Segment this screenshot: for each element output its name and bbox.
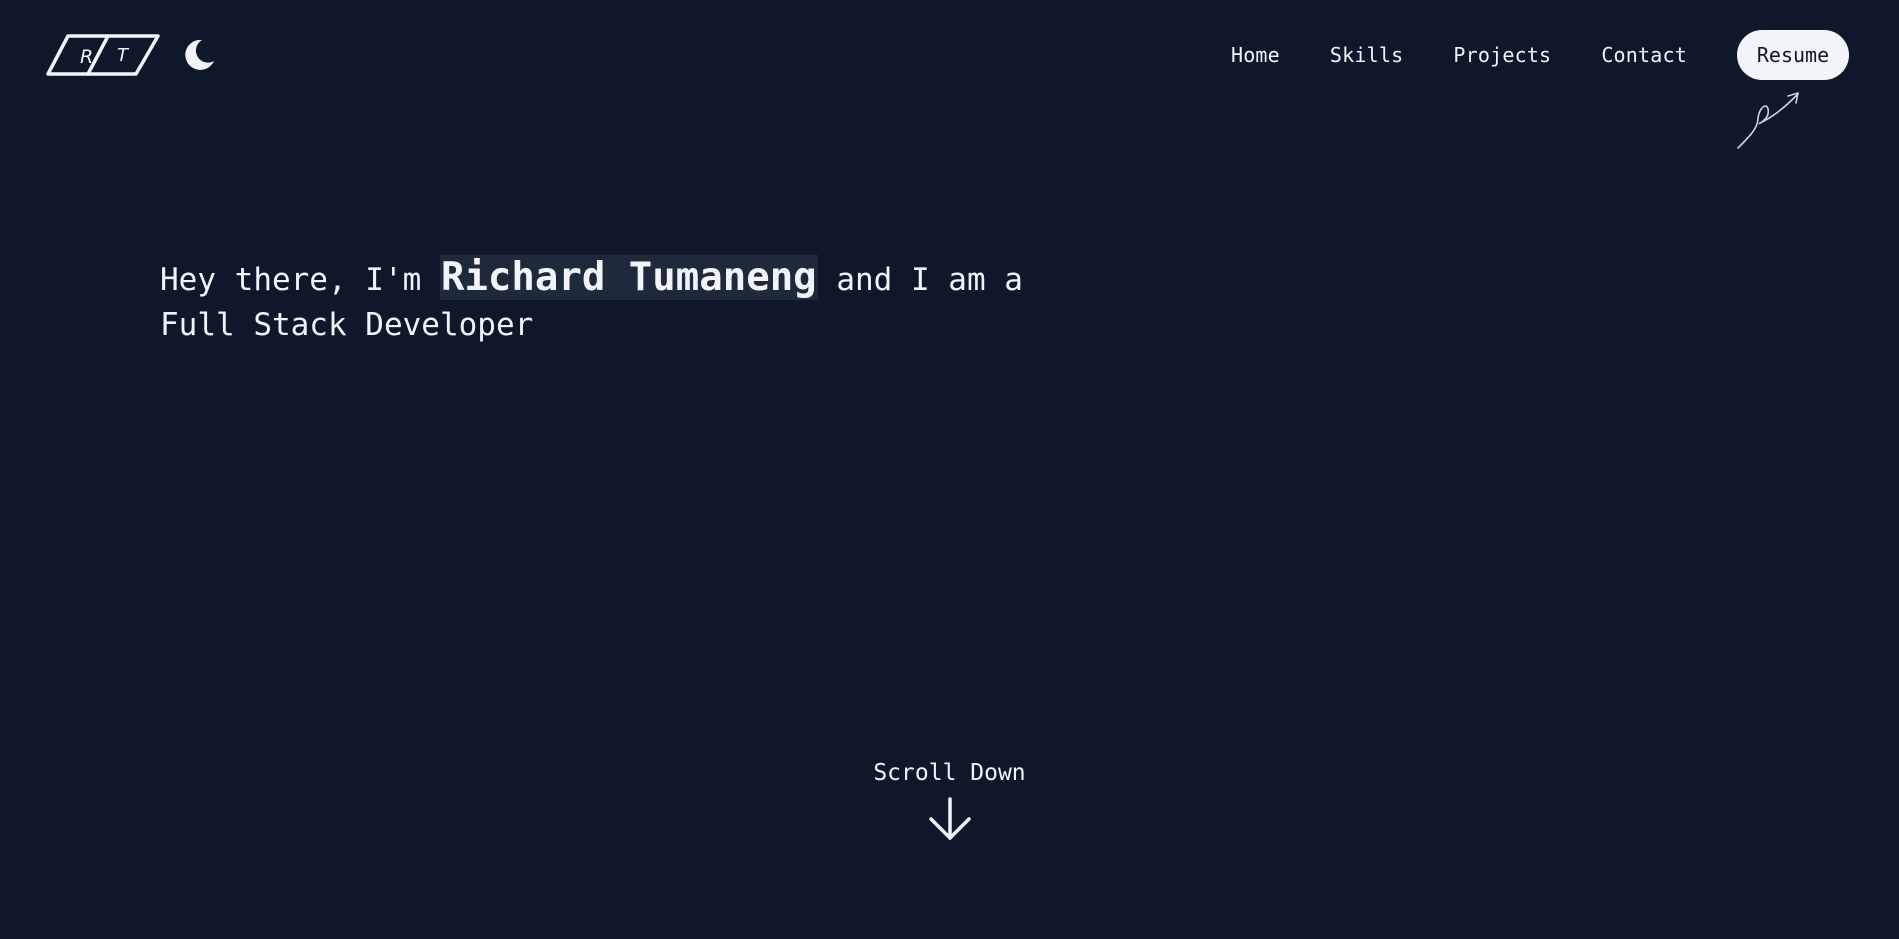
logo-letter-r: R [80,46,93,68]
page: R T Home Skills Projects Contact Resume … [0,0,1899,939]
resume-button[interactable]: Resume [1737,30,1849,80]
scroll-down-label: Scroll Down [873,760,1026,786]
nav-home-link[interactable]: Home [1231,43,1280,67]
scroll-down[interactable]: Scroll Down [0,760,1899,842]
hero-after-name: and I am a [817,262,1023,298]
main-nav: Home Skills Projects Contact Resume [1231,30,1849,80]
nav-projects-link[interactable]: Projects [1453,43,1551,67]
nav-skills-link[interactable]: Skills [1330,43,1403,67]
hero-role: Full Stack Developer [160,307,534,343]
logo-letter-t: T [117,45,130,66]
moon-icon[interactable] [180,37,216,73]
hero-text: Hey there, I'm Richard Tumaneng and I am… [160,255,1040,348]
hero-name: Richard Tumaneng [439,255,818,300]
doodle-arrow-icon [1737,92,1799,149]
nav-contact-link[interactable]: Contact [1601,43,1687,67]
logo[interactable]: R T [46,33,160,77]
hero-intro: Hey there, I'm [160,262,440,298]
arrow-down-icon[interactable] [927,796,973,842]
